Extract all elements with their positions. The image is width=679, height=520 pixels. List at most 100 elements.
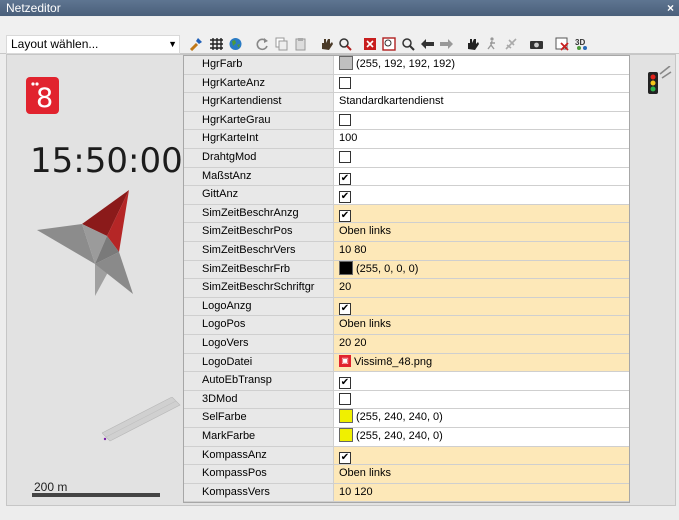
property-label: HgrFarb [184,56,334,75]
zoom-icon[interactable] [400,37,416,51]
property-value[interactable]: ✔ [334,204,629,224]
back-arrow-icon[interactable] [419,37,435,51]
property-value[interactable]: 100 [334,130,629,149]
property-row[interactable]: SimZeitBeschrFrb (255, 0, 0, 0) [184,260,629,280]
property-value[interactable] [334,112,629,131]
property-value[interactable] [334,391,629,410]
netzeditor-window: Netzeditor × Layout wählen... ▼ 3D 8 15:… [0,0,679,520]
property-row[interactable]: KompassAnz ✔ [184,446,629,466]
property-row[interactable]: HgrKartendienst Standardkartendienst [184,93,629,112]
property-checkbox[interactable]: ✔ [339,451,351,464]
property-row[interactable]: DrahtgMod [184,149,629,168]
property-checkbox[interactable]: ✔ [339,302,351,315]
layout-select[interactable]: Layout wählen... ▼ [6,35,180,54]
road-link[interactable] [102,397,182,447]
property-label: SimZeitBeschrAnzg [184,204,334,224]
property-value[interactable]: ▣ Vissim8_48.png [334,353,629,373]
property-checkbox[interactable] [339,113,351,126]
property-row[interactable]: MaßstAnz ✔ [184,167,629,187]
property-row[interactable]: HgrKarteInt 100 [184,130,629,149]
property-value[interactable] [334,149,629,168]
property-value[interactable] [334,75,629,94]
property-label: SimZeitBeschrSchriftgr [184,279,334,298]
property-checkbox[interactable]: ✔ [339,209,351,222]
walk-icon[interactable] [484,37,500,51]
property-value[interactable]: ✔ [334,297,629,317]
text-value: 100 [339,132,358,145]
property-label: HgrKarteInt [184,130,334,149]
property-value[interactable]: 10 80 [334,242,629,261]
globe-icon[interactable] [227,37,243,51]
property-label: HgrKarteGrau [184,111,334,131]
wrench-icon[interactable] [188,37,204,51]
property-value[interactable]: Oben links [334,223,629,242]
scale-bar [32,493,160,497]
property-row[interactable]: SimZeitBeschrAnzg ✔ [184,204,629,224]
property-value[interactable]: ✔ [334,186,629,205]
property-value[interactable]: (255, 240, 240, 0) [334,409,629,428]
property-row[interactable]: SimZeitBeschrSchriftgr 20 [184,279,629,298]
traffic-light-icon[interactable] [644,66,672,96]
pan-hand-icon[interactable] [464,37,480,51]
clipboard-icon[interactable] [292,37,308,51]
property-row[interactable]: LogoDatei ▣ Vissim8_48.png [184,353,629,373]
property-value[interactable]: Oben links [334,465,629,484]
scale-label: 200 m [34,480,68,494]
property-row[interactable]: 3DMod [184,390,629,410]
forward-arrow-icon[interactable] [438,37,454,51]
property-row[interactable]: LogoVers 20 20 [184,335,629,354]
property-checkbox[interactable] [339,76,351,89]
zoom-rect-icon[interactable] [337,37,353,51]
zoom-region-icon[interactable] [381,37,397,51]
property-value[interactable]: ✔ [334,168,629,187]
property-value[interactable]: ✔ [334,446,629,466]
property-row[interactable]: SelFarbe (255, 240, 240, 0) [184,409,629,428]
camera-icon[interactable] [528,37,544,51]
screenshot-icon[interactable] [554,37,570,51]
close-icon[interactable]: × [667,0,674,16]
property-checkbox[interactable]: ✔ [339,172,351,185]
tool-grid-icon[interactable] [208,37,224,51]
property-row[interactable]: GittAnz ✔ [184,186,629,205]
property-value[interactable]: (255, 0, 0, 0) [334,260,629,280]
property-row[interactable]: HgrFarb (255, 192, 192, 192) [184,56,629,75]
property-value[interactable]: (255, 192, 192, 192) [334,56,629,75]
svg-text:3D: 3D [575,38,585,47]
plane-icon[interactable] [503,37,519,51]
hand-drag-icon[interactable] [318,37,334,51]
property-label: AutoEbTransp [184,372,334,391]
property-row[interactable]: HgrKarteAnz [184,74,629,94]
3d-icon[interactable]: 3D [573,37,589,51]
property-label: KompassAnz [184,446,334,466]
logo-text: 8 [36,83,54,114]
property-row[interactable]: KompassVers 10 120 [184,483,629,503]
property-row[interactable]: AutoEbTransp ✔ [184,372,629,391]
property-checkbox[interactable] [339,151,351,163]
property-checkbox[interactable] [339,392,351,405]
color-swatch [339,260,353,275]
property-row[interactable]: SimZeitBeschrVers 10 80 [184,242,629,261]
property-value[interactable]: 20 [334,279,629,298]
property-row[interactable]: KompassPos Oben links [184,465,629,484]
title-bar: Netzeditor × [0,0,679,16]
text-value: Oben links [339,318,391,331]
property-row[interactable]: HgrKarteGrau [184,111,629,131]
text-value: 20 [339,281,352,294]
property-value[interactable]: 10 120 [334,483,629,503]
property-grid[interactable]: HgrFarb (255, 192, 192, 192) HgrKarteAnz Hg… [183,55,630,503]
property-value[interactable]: ✔ [334,372,629,391]
property-value[interactable]: Oben links [334,316,629,335]
rotate-icon[interactable] [254,37,270,51]
property-value[interactable]: (255, 240, 240, 0) [334,428,629,447]
property-value[interactable]: Standardkartendienst [334,93,629,112]
property-row[interactable]: LogoAnzg ✔ [184,297,629,317]
property-checkbox[interactable]: ✔ [339,377,351,390]
property-row[interactable]: LogoPos Oben links [184,316,629,335]
copy-icon[interactable] [273,37,289,51]
property-row[interactable]: SimZeitBeschrPos Oben links [184,223,629,242]
property-row[interactable]: MarkFarbe (255, 240, 240, 0) [184,428,629,447]
chevron-down-icon[interactable]: ▼ [168,36,177,52]
property-checkbox[interactable]: ✔ [339,191,351,204]
property-value[interactable]: 20 20 [334,335,629,354]
zoom-fit-icon[interactable] [362,37,378,51]
